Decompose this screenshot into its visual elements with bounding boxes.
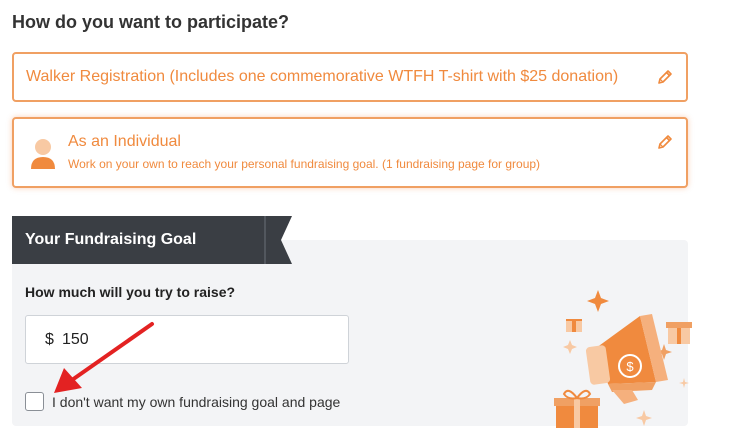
registration-option-label: Walker Registration (Includes one commem… [26, 68, 619, 85]
pencil-icon[interactable] [656, 133, 674, 151]
svg-text:$: $ [626, 359, 634, 374]
tab-ribbon-tail [264, 216, 292, 264]
megaphone-illustration: $ [554, 290, 692, 428]
fundraising-goal-tab-label: Your Fundraising Goal [25, 231, 197, 248]
fundraising-goal-tab: Your Fundraising Goal [12, 216, 266, 264]
person-icon [28, 137, 58, 171]
opt-out-checkbox[interactable] [25, 392, 44, 411]
red-arrow-annotation [54, 322, 154, 393]
page-question: How do you want to participate? [12, 12, 290, 32]
pencil-icon[interactable] [656, 68, 674, 86]
participation-type-description: Work on your own to reach your personal … [68, 157, 541, 171]
participation-type-title: As an Individual [68, 133, 181, 150]
participation-type-card[interactable]: As an Individual Work on your own to rea… [12, 117, 688, 188]
goal-amount-question: How much will you try to raise? [25, 284, 236, 300]
registration-option-card[interactable]: Walker Registration (Includes one commem… [12, 52, 688, 102]
